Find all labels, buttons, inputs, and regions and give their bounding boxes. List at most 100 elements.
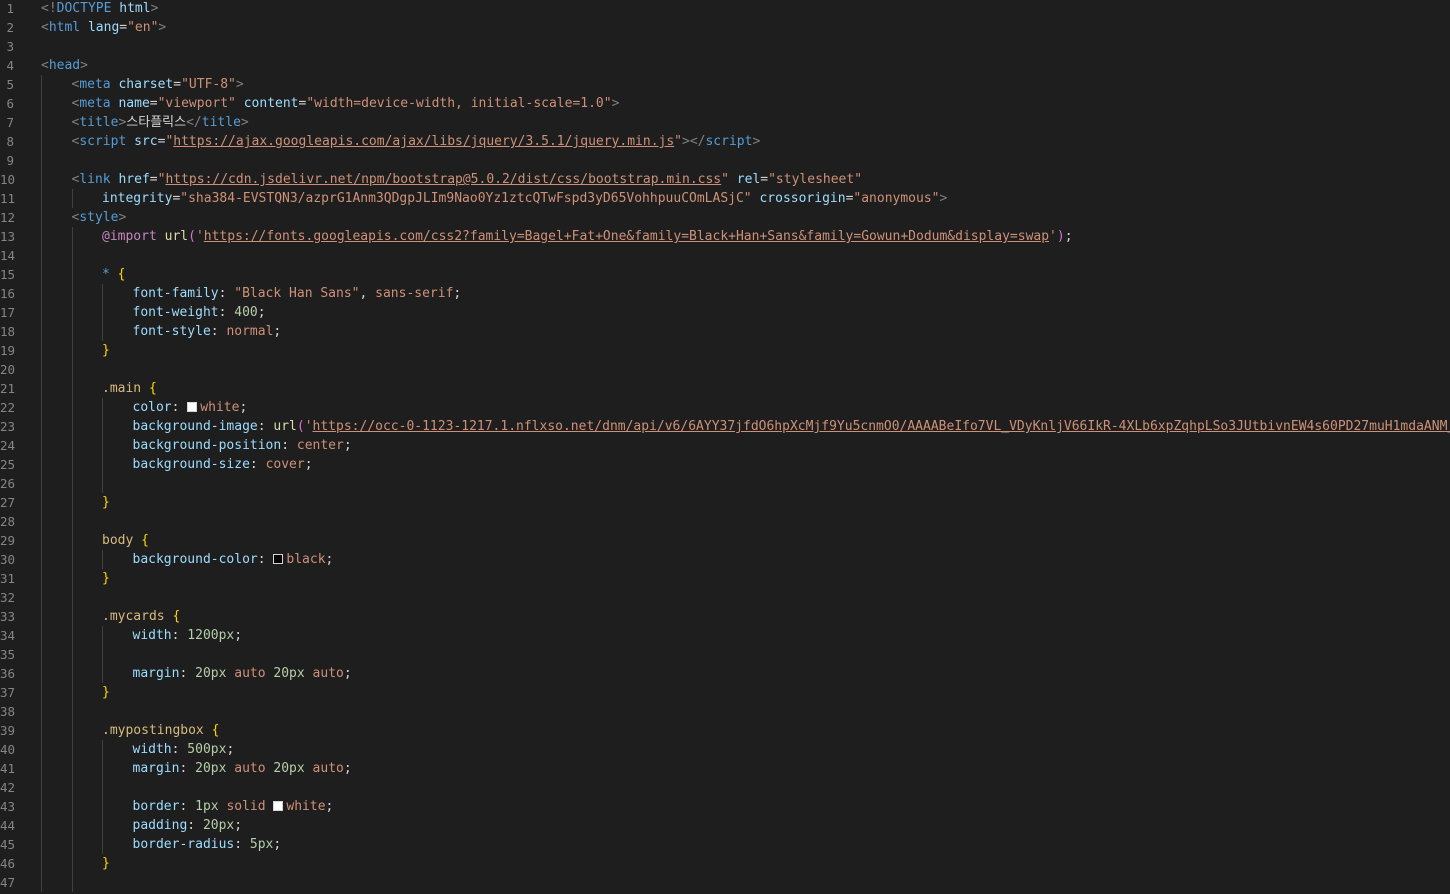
- code-text[interactable]: }: [102, 493, 110, 512]
- code-line[interactable]: 12 <style>: [0, 208, 1450, 227]
- code-line[interactable]: 19}: [0, 341, 1450, 360]
- code-text[interactable]: margin: 20px auto 20px auto;: [133, 759, 352, 778]
- code-line[interactable]: 45 border-radius: 5px;: [0, 835, 1450, 854]
- code-line[interactable]: 30 background-color: black;: [0, 550, 1450, 569]
- code-text[interactable]: padding: 20px;: [133, 816, 243, 835]
- code-line[interactable]: 17 font-weight: 400;: [0, 303, 1450, 322]
- code-line[interactable]: 29 body {: [0, 531, 1450, 550]
- code-text[interactable]: font-family: "Black Han Sans", sans-seri…: [133, 284, 462, 303]
- code-line[interactable]: 24 background-position: center;: [0, 436, 1450, 455]
- code-line[interactable]: 42: [0, 778, 1450, 797]
- code-line[interactable]: 40 width: 500px;: [0, 740, 1450, 759]
- code-line[interactable]: 34 width: 1200px;: [0, 626, 1450, 645]
- code-text[interactable]: <link href="https://cdn.jsdelivr.net/npm…: [72, 170, 863, 189]
- code-text[interactable]: .mycards {: [102, 607, 180, 626]
- code-text[interactable]: width: 500px;: [133, 740, 235, 759]
- code-text[interactable]: color: white;: [133, 398, 248, 417]
- code-line[interactable]: 36 margin: 20px auto 20px auto;: [0, 664, 1450, 683]
- code-line[interactable]: 21 .main {: [0, 379, 1450, 398]
- code-line[interactable]: 16 font-family: "Black Han Sans", sans-se…: [0, 284, 1450, 303]
- code-text[interactable]: font-style: normal;: [133, 322, 282, 341]
- code-line[interactable]: 35: [0, 645, 1450, 664]
- code-line[interactable]: 15 * {: [0, 265, 1450, 284]
- code-text[interactable]: width: 1200px;: [133, 626, 243, 645]
- line-number: 27: [0, 495, 16, 510]
- code-text[interactable]: }: [102, 341, 110, 360]
- code-token: :: [171, 400, 188, 415]
- line-number: 47: [0, 875, 16, 890]
- code-text[interactable]: body {: [102, 531, 149, 550]
- code-line[interactable]: 20: [0, 360, 1450, 379]
- code-text[interactable]: border: 1px solid white;: [133, 797, 334, 816]
- code-line[interactable]: 39 .mypostingbox {: [0, 721, 1450, 740]
- code-line[interactable]: 47: [0, 873, 1450, 892]
- code-line[interactable]: 38: [0, 702, 1450, 721]
- code-text[interactable]: @import url('https://fonts.googleapis.co…: [102, 227, 1073, 246]
- code-line[interactable]: 22 color: white;: [0, 398, 1450, 417]
- code-line[interactable]: 32: [0, 588, 1450, 607]
- indent-guide: [71, 873, 73, 892]
- code-line[interactable]: 2 <html lang="en">: [0, 18, 1450, 37]
- code-line[interactable]: 23 background-image: url('https://occ-0-1…: [0, 417, 1450, 436]
- code-line[interactable]: 28: [0, 512, 1450, 531]
- code-line[interactable]: 14: [0, 246, 1450, 265]
- code-line[interactable]: 18 font-style: normal;: [0, 322, 1450, 341]
- code-line[interactable]: 26: [0, 474, 1450, 493]
- code-text[interactable]: <script src="https://ajax.googleapis.com…: [72, 132, 761, 151]
- code-line[interactable]: 41 margin: 20px auto 20px auto;: [0, 759, 1450, 778]
- code-text[interactable]: }: [102, 569, 110, 588]
- code-line[interactable]: 31}: [0, 569, 1450, 588]
- code-line[interactable]: 5 <meta charset="UTF-8">: [0, 75, 1450, 94]
- code-text[interactable]: <meta name="viewport" content="width=dev…: [72, 94, 620, 113]
- color-swatch-icon[interactable]: [273, 554, 284, 564]
- code-text[interactable]: .mypostingbox {: [102, 721, 219, 740]
- code-token[interactable]: https://cdn.jsdelivr.net/npm/bootstrap@5…: [165, 172, 721, 187]
- code-text[interactable]: <head>: [41, 56, 88, 75]
- color-swatch-icon[interactable]: [187, 402, 198, 412]
- code-line[interactable]: 46}: [0, 854, 1450, 873]
- code-line[interactable]: 11 integrity="sha384-EVSTQN3/azprG1Anm3QD…: [0, 189, 1450, 208]
- code-line[interactable]: 25 background-size: cover;: [0, 455, 1450, 474]
- code-token[interactable]: https://occ-0-1123-1217.1.nflxso.net/dnm…: [313, 419, 1450, 434]
- code-text[interactable]: margin: 20px auto 20px auto;: [133, 664, 352, 683]
- code-text[interactable]: background-position: center;: [133, 436, 352, 455]
- code-line[interactable]: 6 <meta name="viewport" content="width=de…: [0, 94, 1450, 113]
- code-text[interactable]: * {: [102, 265, 125, 284]
- code-line[interactable]: 9: [0, 151, 1450, 170]
- code-editor[interactable]: 1 <!DOCTYPE html> 2 <html lang="en"> 3 4 <head…: [0, 0, 1450, 894]
- code-text[interactable]: background-color: black;: [133, 550, 334, 569]
- code-line[interactable]: 44 padding: 20px;: [0, 816, 1450, 835]
- code-token: integrity: [102, 191, 173, 206]
- code-text[interactable]: <html lang="en">: [41, 18, 166, 37]
- code-line[interactable]: 3: [0, 37, 1450, 56]
- code-line[interactable]: 43 border: 1px solid white;: [0, 797, 1450, 816]
- code-text[interactable]: <style>: [72, 208, 127, 227]
- code-line[interactable]: 1 <!DOCTYPE html>: [0, 0, 1450, 18]
- code-line[interactable]: 33 .mycards {: [0, 607, 1450, 626]
- code-line[interactable]: 10 <link href="https://cdn.jsdelivr.net/n…: [0, 170, 1450, 189]
- code-line[interactable]: 4 <head>: [0, 56, 1450, 75]
- code-token: url: [273, 419, 297, 434]
- code-token[interactable]: https://fonts.googleapis.com/css2?family…: [204, 229, 1049, 244]
- code-line[interactable]: 7 <title>스타플릭스</title>: [0, 113, 1450, 132]
- code-line[interactable]: 8 <script src="https://ajax.googleapis.co…: [0, 132, 1450, 151]
- code-text[interactable]: .main {: [102, 379, 157, 398]
- code-token[interactable]: https://ajax.googleapis.com/ajax/libs/jq…: [173, 134, 674, 149]
- code-text[interactable]: <!DOCTYPE html>: [41, 0, 158, 18]
- code-text[interactable]: <title>스타플릭스</title>: [72, 113, 249, 132]
- code-text[interactable]: }: [102, 854, 110, 873]
- code-text[interactable]: integrity="sha384-EVSTQN3/azprG1Anm3QDgp…: [102, 189, 947, 208]
- code-text[interactable]: border-radius: 5px;: [133, 835, 282, 854]
- code-text[interactable]: background-size: cover;: [133, 455, 313, 474]
- code-text[interactable]: <meta charset="UTF-8">: [72, 75, 244, 94]
- code-line[interactable]: 37}: [0, 683, 1450, 702]
- color-swatch-icon[interactable]: [273, 801, 284, 811]
- code-token: background-image: [132, 419, 258, 434]
- indent-guide: [102, 322, 103, 341]
- code-line[interactable]: 13 @import url('https://fonts.googleapis.…: [0, 227, 1450, 246]
- code-text[interactable]: font-weight: 400;: [133, 303, 266, 322]
- code-token: }: [102, 685, 110, 700]
- code-line[interactable]: 27}: [0, 493, 1450, 512]
- code-text[interactable]: }: [102, 683, 110, 702]
- code-text[interactable]: background-image: url('https://occ-0-112…: [133, 417, 1450, 436]
